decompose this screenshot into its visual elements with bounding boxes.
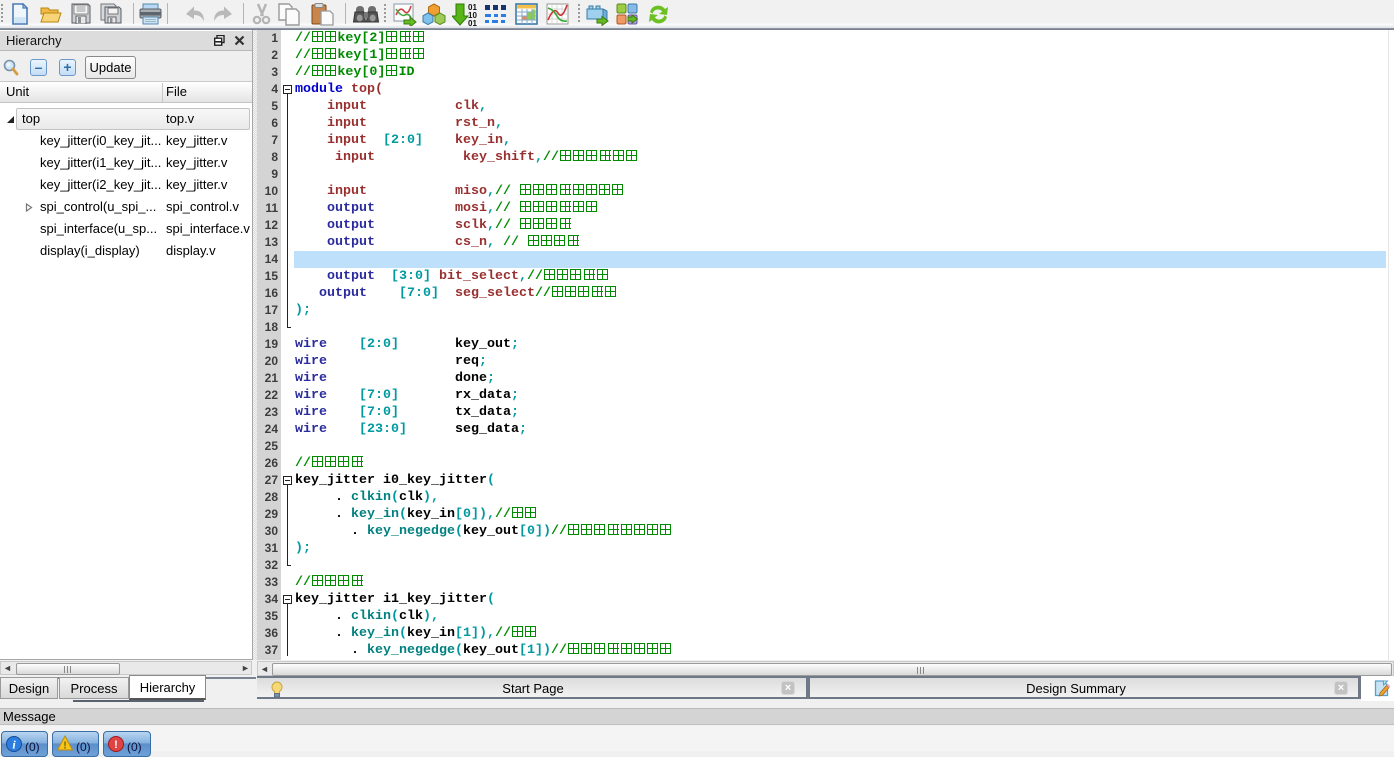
svg-text:01: 01	[468, 19, 477, 27]
svg-text:!: !	[63, 741, 66, 752]
svg-text:!: !	[114, 739, 118, 751]
